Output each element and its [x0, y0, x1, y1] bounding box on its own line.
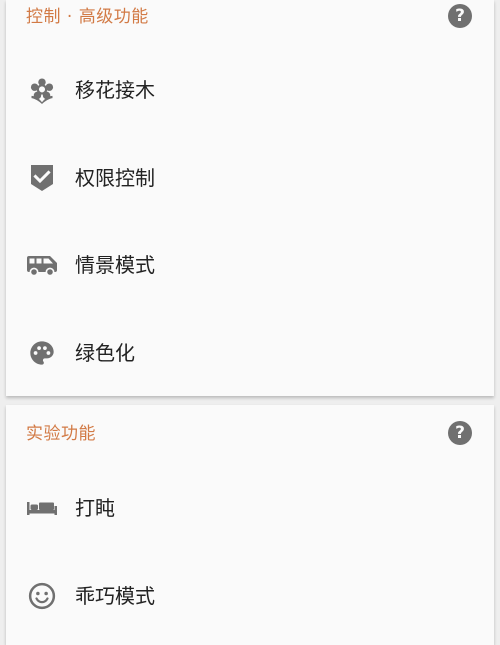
van-icon: [26, 251, 58, 279]
menu-item-label: 打盹: [75, 496, 115, 520]
menu-item-scene-mode[interactable]: 情景模式: [6, 237, 494, 293]
section-title-advanced: 控制 · 高级功能: [26, 7, 149, 27]
flower-icon: [26, 76, 58, 104]
menu-item-label: 绿色化: [75, 341, 135, 365]
section-header: 控制 · 高级功能 ?: [6, 0, 494, 40]
palette-icon: [26, 339, 58, 367]
menu-item-label: 移花接木: [75, 78, 155, 102]
section-title-experimental: 实验功能: [26, 424, 96, 444]
shield-check-icon: [26, 164, 58, 192]
menu-item-label: 情景模式: [75, 253, 155, 277]
help-circle-icon[interactable]: ?: [448, 4, 472, 28]
bed-icon: [26, 494, 58, 522]
menu-item-label: 权限控制: [75, 166, 155, 190]
menu-item-obedient-mode[interactable]: 乖巧模式: [6, 568, 494, 624]
section-header: 实验功能 ?: [6, 417, 494, 457]
experimental-features-card: 实验功能 ? 打盹 乖巧模式: [6, 405, 494, 645]
menu-item-permission-control[interactable]: 权限控制: [6, 150, 494, 206]
menu-item-greenify[interactable]: 绿色化: [6, 325, 494, 381]
menu-item-nap[interactable]: 打盹: [6, 480, 494, 536]
advanced-controls-card: 控制 · 高级功能 ? 移花接木 权限控制 情景模式 绿色化: [6, 0, 494, 396]
menu-item-graft[interactable]: 移花接木: [6, 62, 494, 118]
help-circle-icon[interactable]: ?: [448, 421, 472, 445]
menu-item-label: 乖巧模式: [75, 584, 155, 608]
smiley-face-icon: [26, 582, 58, 610]
